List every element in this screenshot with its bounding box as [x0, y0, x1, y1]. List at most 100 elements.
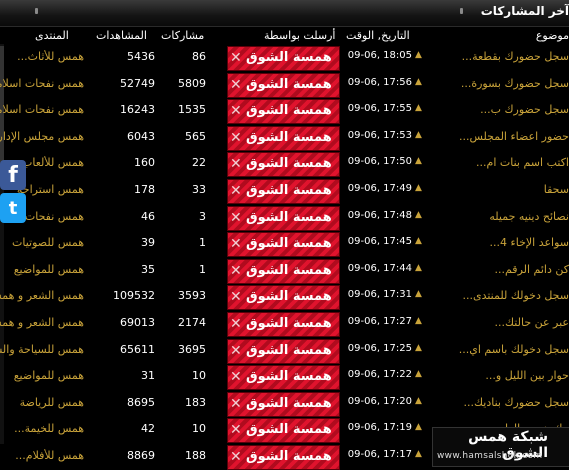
table-row: همس للمواضيع 31 10 ✕ همسة الشوق 09-06, 17:22 ▲…: [0, 363, 569, 391]
close-icon: ✕: [230, 103, 242, 120]
views-count: 42: [141, 422, 155, 436]
topic-link[interactable]: حوار بين الليل و...: [428, 369, 569, 382]
views-count: 35: [141, 262, 155, 276]
forum-link[interactable]: همس الشعر و همس: [0, 316, 84, 329]
poster-badge[interactable]: ✕ همسة الشوق: [227, 152, 340, 178]
topic-link[interactable]: سجل حضورك ب...: [428, 103, 569, 116]
poster-badge[interactable]: ✕ همسة الشوق: [227, 232, 340, 258]
topic-link[interactable]: سجل حضورك بناديك...: [428, 396, 569, 409]
topic-link[interactable]: حضور اعضاء المجلس...: [428, 130, 569, 143]
poster-badge[interactable]: ✕ همسة الشوق: [227, 205, 340, 231]
poster-badge[interactable]: ✕ همسة الشوق: [227, 444, 340, 470]
column-posts[interactable]: مشاركات: [161, 29, 204, 42]
close-icon: ✕: [230, 236, 242, 253]
topic-link[interactable]: سجل دخولك للمنتدى...: [428, 289, 569, 302]
table-row: همس للمواضيع 35 1 ✕ همسة الشوق 09-06, 17:44 ▲ ك…: [0, 257, 569, 284]
poster-name: همسة الشوق: [246, 289, 332, 305]
forum-link[interactable]: همس نفحات اسلامية: [0, 103, 84, 116]
poster-badge[interactable]: ✕ همسة الشوق: [227, 391, 340, 417]
poster-name: همسة الشوق: [246, 50, 332, 65]
topic-link[interactable]: نصائح دينيه جميله: [428, 210, 569, 223]
post-date: 09-06, 17:56: [347, 76, 412, 88]
posts-count: 86: [192, 50, 206, 63]
column-views[interactable]: المشاهدات: [96, 29, 147, 42]
close-icon: ✕: [230, 448, 242, 465]
close-icon: ✕: [230, 76, 242, 93]
poster-badge[interactable]: ✕ همسة الشوق: [227, 311, 340, 337]
close-icon: ✕: [230, 182, 242, 199]
triangle-up-icon: ▲: [415, 448, 422, 459]
poster-badge[interactable]: ✕ همسة الشوق: [227, 72, 340, 98]
views-count: 109532: [113, 289, 155, 303]
forum-link[interactable]: همس نفحات اسلامية: [0, 77, 84, 90]
table-row: همس للألعاب 160 22 ✕ همسة الشوق 09-06, 17:50 ▲…: [0, 150, 569, 178]
close-icon: ✕: [230, 156, 242, 173]
post-date: 09-06, 17:27: [347, 315, 412, 327]
post-date: 09-06, 17:17: [347, 448, 412, 460]
poster-name: همسة الشوق: [246, 103, 332, 119]
posts-count: 3593: [178, 289, 206, 303]
close-icon: ✕: [230, 129, 242, 146]
forum-link[interactable]: همس للخيمة...: [0, 422, 84, 435]
poster-name: همسة الشوق: [246, 369, 332, 385]
twitter-icon[interactable]: t: [0, 193, 26, 223]
topic-link[interactable]: عبر عن حالتك...: [428, 316, 569, 329]
post-date: 09-06, 17:45: [347, 236, 412, 248]
forum-link[interactable]: همس مجلس الإدارة: [0, 130, 84, 143]
posts-count: 3: [199, 209, 206, 223]
poster-badge[interactable]: ✕ همسة الشوق: [227, 258, 340, 284]
posts-count: 183: [185, 395, 206, 409]
poster-badge[interactable]: ✕ همسة الشوق: [227, 365, 340, 391]
divider-dot: [35, 8, 38, 14]
forum-link[interactable]: همس الشعر و همس: [0, 289, 84, 302]
forum-link[interactable]: همس للأثاث...: [0, 50, 84, 63]
topic-link[interactable]: سجل دخولك باسم اي...: [428, 343, 569, 356]
column-topic[interactable]: موضوع: [536, 29, 569, 42]
triangle-up-icon: ▲: [415, 103, 422, 114]
triangle-up-icon: ▲: [415, 289, 422, 300]
triangle-up-icon: ▲: [415, 342, 422, 353]
poster-badge[interactable]: ✕ همسة الشوق: [227, 46, 340, 71]
post-date: 09-06, 17:22: [347, 369, 412, 381]
topic-link[interactable]: اكتب اسم بنات ام...: [428, 156, 569, 169]
poster-badge[interactable]: ✕ همسة الشوق: [227, 125, 340, 151]
table-row: همس نفحات اسلامية 52749 5809 ✕همسة الشوق 09-…: [0, 71, 569, 98]
triangle-up-icon: ▲: [415, 395, 422, 406]
poster-name: همسة الشوق: [246, 209, 332, 225]
forum-link[interactable]: همس للمواضيع: [0, 369, 84, 382]
column-datetime[interactable]: التاريخ, الوقت: [346, 29, 410, 42]
poster-badge[interactable]: ✕ همسة الشوق: [227, 285, 340, 311]
topic-link[interactable]: سجل حضورك بسورة...: [428, 77, 569, 90]
topic-link[interactable]: كن دائم الرقم...: [428, 263, 569, 276]
views-count: 31: [141, 369, 155, 383]
close-icon: ✕: [230, 395, 242, 412]
poster-badge[interactable]: ✕ همسة الشوق: [227, 418, 340, 444]
topic-link[interactable]: سحقا: [428, 183, 569, 196]
poster-badge[interactable]: ✕ همسة الشوق: [227, 338, 340, 364]
column-poster[interactable]: أرسلت بواسطة: [264, 29, 335, 42]
poster-badge[interactable]: ✕ همسة الشوق: [227, 178, 340, 204]
poster-badge[interactable]: ✕ همسة الشوق: [227, 99, 340, 125]
views-count: 39: [141, 236, 155, 250]
posts-count: 33: [192, 182, 206, 196]
views-count: 16243: [120, 103, 155, 117]
forum-link[interactable]: همس للصوتيات: [0, 236, 84, 249]
poster-name: همسة الشوق: [246, 262, 332, 278]
triangle-up-icon: ▲: [415, 129, 422, 140]
topic-link[interactable]: سواعد الإخاء 4...: [428, 236, 569, 249]
forum-link[interactable]: همس للمواضيع: [0, 263, 84, 276]
posts-count: 1: [199, 262, 206, 276]
forum-link[interactable]: همس للرياضة: [0, 396, 84, 409]
facebook-icon[interactable]: f: [0, 160, 26, 190]
column-forum[interactable]: المنتدى: [35, 29, 69, 42]
topic-link[interactable]: سجل حضورك بقطعة...: [428, 50, 569, 63]
posts-count: 10: [192, 422, 206, 436]
posts-count: 1535: [178, 103, 206, 117]
posts-count: 1: [199, 236, 206, 250]
forum-link[interactable]: همس للأفلام...: [0, 449, 84, 462]
forum-link[interactable]: همس للسياحة والسفر: [0, 343, 84, 356]
triangle-up-icon: ▲: [415, 156, 422, 167]
poster-name: همسة الشوق: [246, 236, 332, 252]
latest-posts-table: همس للأثاث... 5436 86 ✕ همسة الشوق 09-06, 18:…: [0, 44, 569, 470]
close-icon: ✕: [230, 342, 242, 359]
